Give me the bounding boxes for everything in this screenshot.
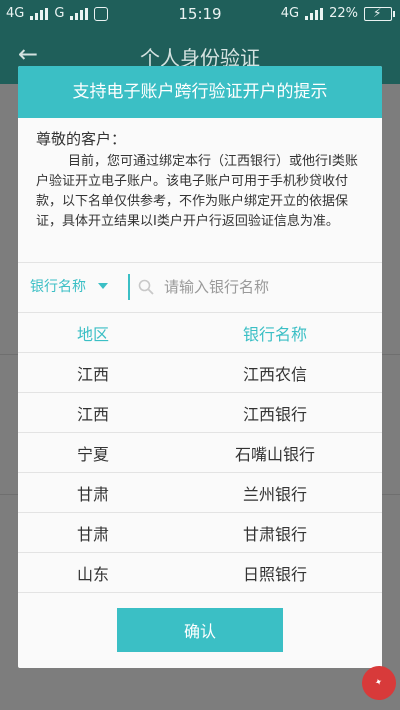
table-row[interactable]: 山东 日照银行 (18, 553, 382, 593)
table-header: 地区 银行名称 (18, 314, 382, 353)
table-row[interactable]: 江西 江西农信 (18, 353, 382, 393)
table-row[interactable]: 宁夏 石嘴山银行 (18, 433, 382, 473)
dialog-greeting: 尊敬的客户： (36, 130, 127, 148)
region-cell: 江西 (76, 364, 109, 384)
region-cell: 甘肃 (76, 524, 109, 544)
bank-cell: 兰州银行 (242, 484, 307, 504)
search-bar (128, 274, 370, 300)
bank-name-filter-label: 银行名称 (30, 279, 86, 295)
bank-search-input[interactable] (162, 277, 366, 297)
region-cell: 甘肃 (76, 484, 109, 504)
dropdown-caret-icon (98, 283, 108, 289)
divider (18, 262, 382, 263)
dialog-title: 支持电子账户跨行验证开户的提示 (18, 66, 382, 118)
bank-cell: 江西银行 (242, 404, 307, 424)
bank-name-filter[interactable]: 银行名称 (30, 276, 108, 296)
region-cell: 江西 (76, 404, 109, 424)
bank-cell: 江西农信 (242, 364, 307, 384)
bank-cell: 日照银行 (242, 564, 307, 584)
signal-icon-3 (305, 7, 324, 20)
bank-support-dialog: 支持电子账户跨行验证开户的提示 尊敬的客户： 目前，您可通过绑定本行（江西银行）… (18, 66, 382, 668)
status-bar: 4G G 15:19 4G 22% ⚡ (0, 0, 400, 28)
bank-table: 地区 银行名称 江西 江西农信 江西 江西银行 宁夏 石嘴山银行 甘肃 兰州银行… (18, 314, 382, 593)
divider (18, 312, 382, 313)
region-cell: 宁夏 (76, 444, 109, 464)
table-row[interactable]: 江西 江西银行 (18, 393, 382, 433)
column-header-bank: 银行名称 (242, 325, 307, 344)
confirm-button[interactable]: 确认 (117, 608, 283, 652)
table-row[interactable]: 甘肃 甘肃银行 (18, 513, 382, 553)
table-row[interactable]: 甘肃 兰州银行 (18, 473, 382, 513)
bank-cell: 甘肃银行 (242, 524, 307, 544)
dialog-notice: 目前，您可通过绑定本行（江西银行）或他行I类账户验证开立电子账户。该电子账户可用… (36, 154, 358, 229)
bank-cell: 石嘴山银行 (234, 444, 315, 464)
region-cell: 山东 (76, 564, 109, 584)
battery-icon: ⚡ (364, 6, 395, 21)
column-header-region: 地区 (76, 325, 109, 344)
search-icon (138, 279, 154, 295)
battery-percent: 22% (329, 6, 358, 21)
network-type-3: 4G (280, 6, 300, 21)
